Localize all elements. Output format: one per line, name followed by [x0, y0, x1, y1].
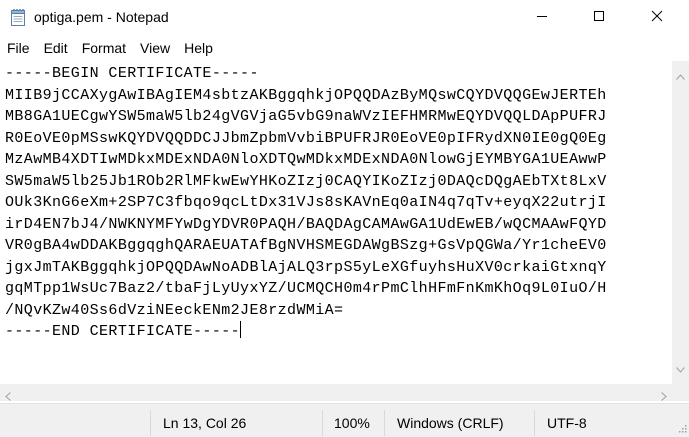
status-divider — [322, 410, 323, 436]
text-line: OUk3KnG6eXm+2SP7C3fbqo9qcLtDx31VJs8sKAVn… — [5, 194, 607, 211]
maximize-button[interactable] — [576, 0, 622, 36]
title-bar[interactable]: optiga.pem - Notepad — [0, 0, 689, 36]
text-line: gqMTpp1WsUc7Baz2/tbaFjLyUyxYZ/UCMQCH0m4r… — [5, 280, 607, 297]
maximize-icon — [593, 9, 605, 27]
status-divider — [150, 410, 151, 436]
window-title: optiga.pem - Notepad — [34, 9, 169, 25]
menu-help[interactable]: Help — [177, 37, 220, 59]
status-divider — [384, 410, 385, 436]
zoom-level: 100% — [334, 415, 370, 431]
text-editor[interactable]: -----BEGIN CERTIFICATE----- MIIB9jCCAXyg… — [0, 61, 672, 384]
close-icon — [651, 9, 663, 27]
vertical-scrollbar[interactable] — [672, 61, 689, 384]
text-line: jgxJmTAKBggqhkjOPQQDAwNoADBlAjALQ3rpS5yL… — [5, 258, 607, 276]
text-caret — [240, 321, 242, 338]
menu-edit[interactable]: Edit — [37, 37, 75, 59]
cursor-position: Ln 13, Col 26 — [163, 415, 247, 431]
minimize-icon — [536, 9, 548, 27]
text-line: /NQvKZw40Ss6dVziNEeckENm2JE8rzdWMiA= — [5, 301, 344, 319]
line-ending: Windows (CRLF) — [397, 415, 504, 431]
text-line: MB8GA1UECgwYSW5maW5lb24gVGVjaG5vbG9naWVz… — [5, 108, 607, 125]
encoding: UTF-8 — [547, 415, 587, 431]
text-line: R0EoVE0pMSswKQYDVQQDDCJJbmZpbmVvbiBPUFRJ… — [5, 129, 607, 147]
menu-file[interactable]: File — [0, 37, 37, 59]
scrollbar-corner — [672, 384, 689, 401]
text-line: irD4EN7bJ4/NWKNYMFYwDgYDVR0PAQH/BAQDAgCA… — [5, 215, 607, 233]
text-line: -----BEGIN CERTIFICATE----- — [5, 65, 259, 82]
notepad-window: optiga.pem - Notepad File Edit Format Vi… — [0, 0, 689, 437]
minimize-button[interactable] — [519, 0, 565, 36]
status-bar: Ln 13, Col 26 100% Windows (CRLF) UTF-8 — [0, 403, 689, 437]
menu-format[interactable]: Format — [75, 37, 133, 59]
menu-bar: File Edit Format View Help — [0, 37, 689, 59]
editor-content[interactable]: -----BEGIN CERTIFICATE----- MIIB9jCCAXyg… — [5, 63, 607, 343]
notepad-app-icon — [10, 8, 26, 26]
text-line: MzAwMB4XDTIwMDkxMDExNDA0NloXDTQwMDkxMDEx… — [5, 151, 607, 168]
text-line: MIIB9jCCAXygAwIBAgIEM4sbtzAKBggqhkjOPQQD… — [5, 86, 607, 104]
horizontal-scrollbar[interactable] — [0, 384, 672, 401]
resize-grip-icon[interactable] — [677, 420, 687, 436]
scroll-down-icon[interactable] — [676, 360, 685, 378]
text-line: -----END CERTIFICATE----- — [5, 323, 241, 340]
close-button[interactable] — [634, 0, 680, 36]
text-line: SW5maW5lb25Jb1ROb2RlMFkwEwYHKoZIzj0CAQYI… — [5, 172, 607, 190]
status-divider — [534, 410, 535, 436]
menu-view[interactable]: View — [133, 37, 177, 59]
text-line: VR0gBA4wDDAKBggqghQARAEUATAfBgNVHSMEGDAW… — [5, 237, 607, 254]
scroll-up-icon[interactable] — [676, 67, 685, 85]
